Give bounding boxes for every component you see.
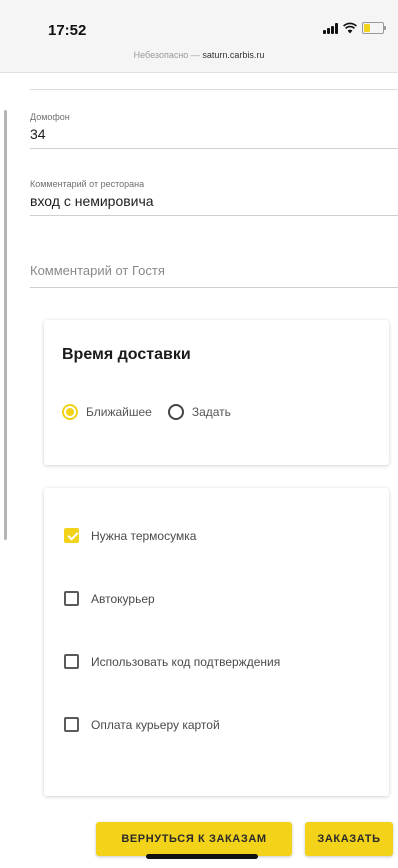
field-underline: [30, 215, 398, 216]
field-underline: [30, 148, 398, 149]
option-card-payment[interactable]: Оплата курьеру картой: [64, 717, 220, 732]
home-indicator: [146, 854, 258, 859]
delivery-time-card: Время доставки Ближайшее Задать: [44, 320, 389, 465]
intercom-label: Домофон: [30, 112, 70, 122]
option-thermobag[interactable]: Нужна термосумка: [64, 528, 196, 543]
restaurant-comment-label: Комментарий от ресторана: [30, 179, 145, 189]
browser-status-bar: 17:52 Небезопасно — saturn.carbis.ru: [0, 0, 398, 73]
radio-nearest[interactable]: [62, 404, 78, 420]
radio-set-time[interactable]: [167, 404, 184, 420]
url-security-note: Небезопасно —: [133, 50, 203, 60]
order-options-card: Нужна термосумка Автокурьер Использовать…: [44, 488, 389, 796]
clock: 17:52: [48, 22, 87, 39]
guest-comment-field[interactable]: Комментарий от Гостя: [30, 263, 398, 288]
wifi-icon: [343, 22, 357, 34]
car-courier-label[interactable]: Автокурьер: [91, 592, 155, 606]
car-courier-checkbox[interactable]: [64, 591, 79, 606]
restaurant-comment-value[interactable]: вход с немировича: [30, 193, 398, 209]
address-bar[interactable]: Небезопасно — saturn.carbis.ru: [0, 50, 398, 60]
intercom-field[interactable]: Домофон 34: [30, 112, 398, 149]
guest-comment-placeholder[interactable]: Комментарий от Гостя: [30, 263, 398, 278]
field-underline: [30, 287, 398, 288]
option-car-courier[interactable]: Автокурьер: [64, 591, 155, 606]
radio-nearest-label[interactable]: Ближайшее: [86, 405, 152, 419]
confirmation-code-label[interactable]: Использовать код подтверждения: [91, 655, 280, 669]
radio-set-time-label[interactable]: Задать: [192, 405, 231, 419]
card-payment-label[interactable]: Оплата курьеру картой: [91, 718, 220, 732]
url-domain: saturn.carbis.ru: [202, 50, 265, 60]
back-to-orders-button[interactable]: ВЕРНУТЬСЯ К ЗАКАЗАМ: [96, 822, 292, 856]
scroll-indicator[interactable]: [4, 110, 7, 540]
restaurant-comment-field[interactable]: Комментарий от ресторана вход с немирови…: [30, 179, 398, 216]
place-order-button[interactable]: ЗАКАЗАТЬ: [305, 822, 393, 856]
intercom-value[interactable]: 34: [30, 126, 398, 142]
card-payment-checkbox[interactable]: [64, 717, 79, 732]
delivery-time-options: Ближайшее Задать: [62, 404, 247, 420]
option-confirmation-code[interactable]: Использовать код подтверждения: [64, 654, 280, 669]
thermobag-checkbox[interactable]: [64, 528, 79, 543]
battery-icon: [362, 22, 386, 34]
status-icons: [323, 22, 386, 34]
confirmation-code-checkbox[interactable]: [64, 654, 79, 669]
field-underline: [30, 89, 398, 90]
thermobag-label[interactable]: Нужна термосумка: [91, 529, 196, 543]
delivery-time-title: Время доставки: [62, 346, 191, 363]
cellular-signal-icon: [323, 22, 338, 34]
